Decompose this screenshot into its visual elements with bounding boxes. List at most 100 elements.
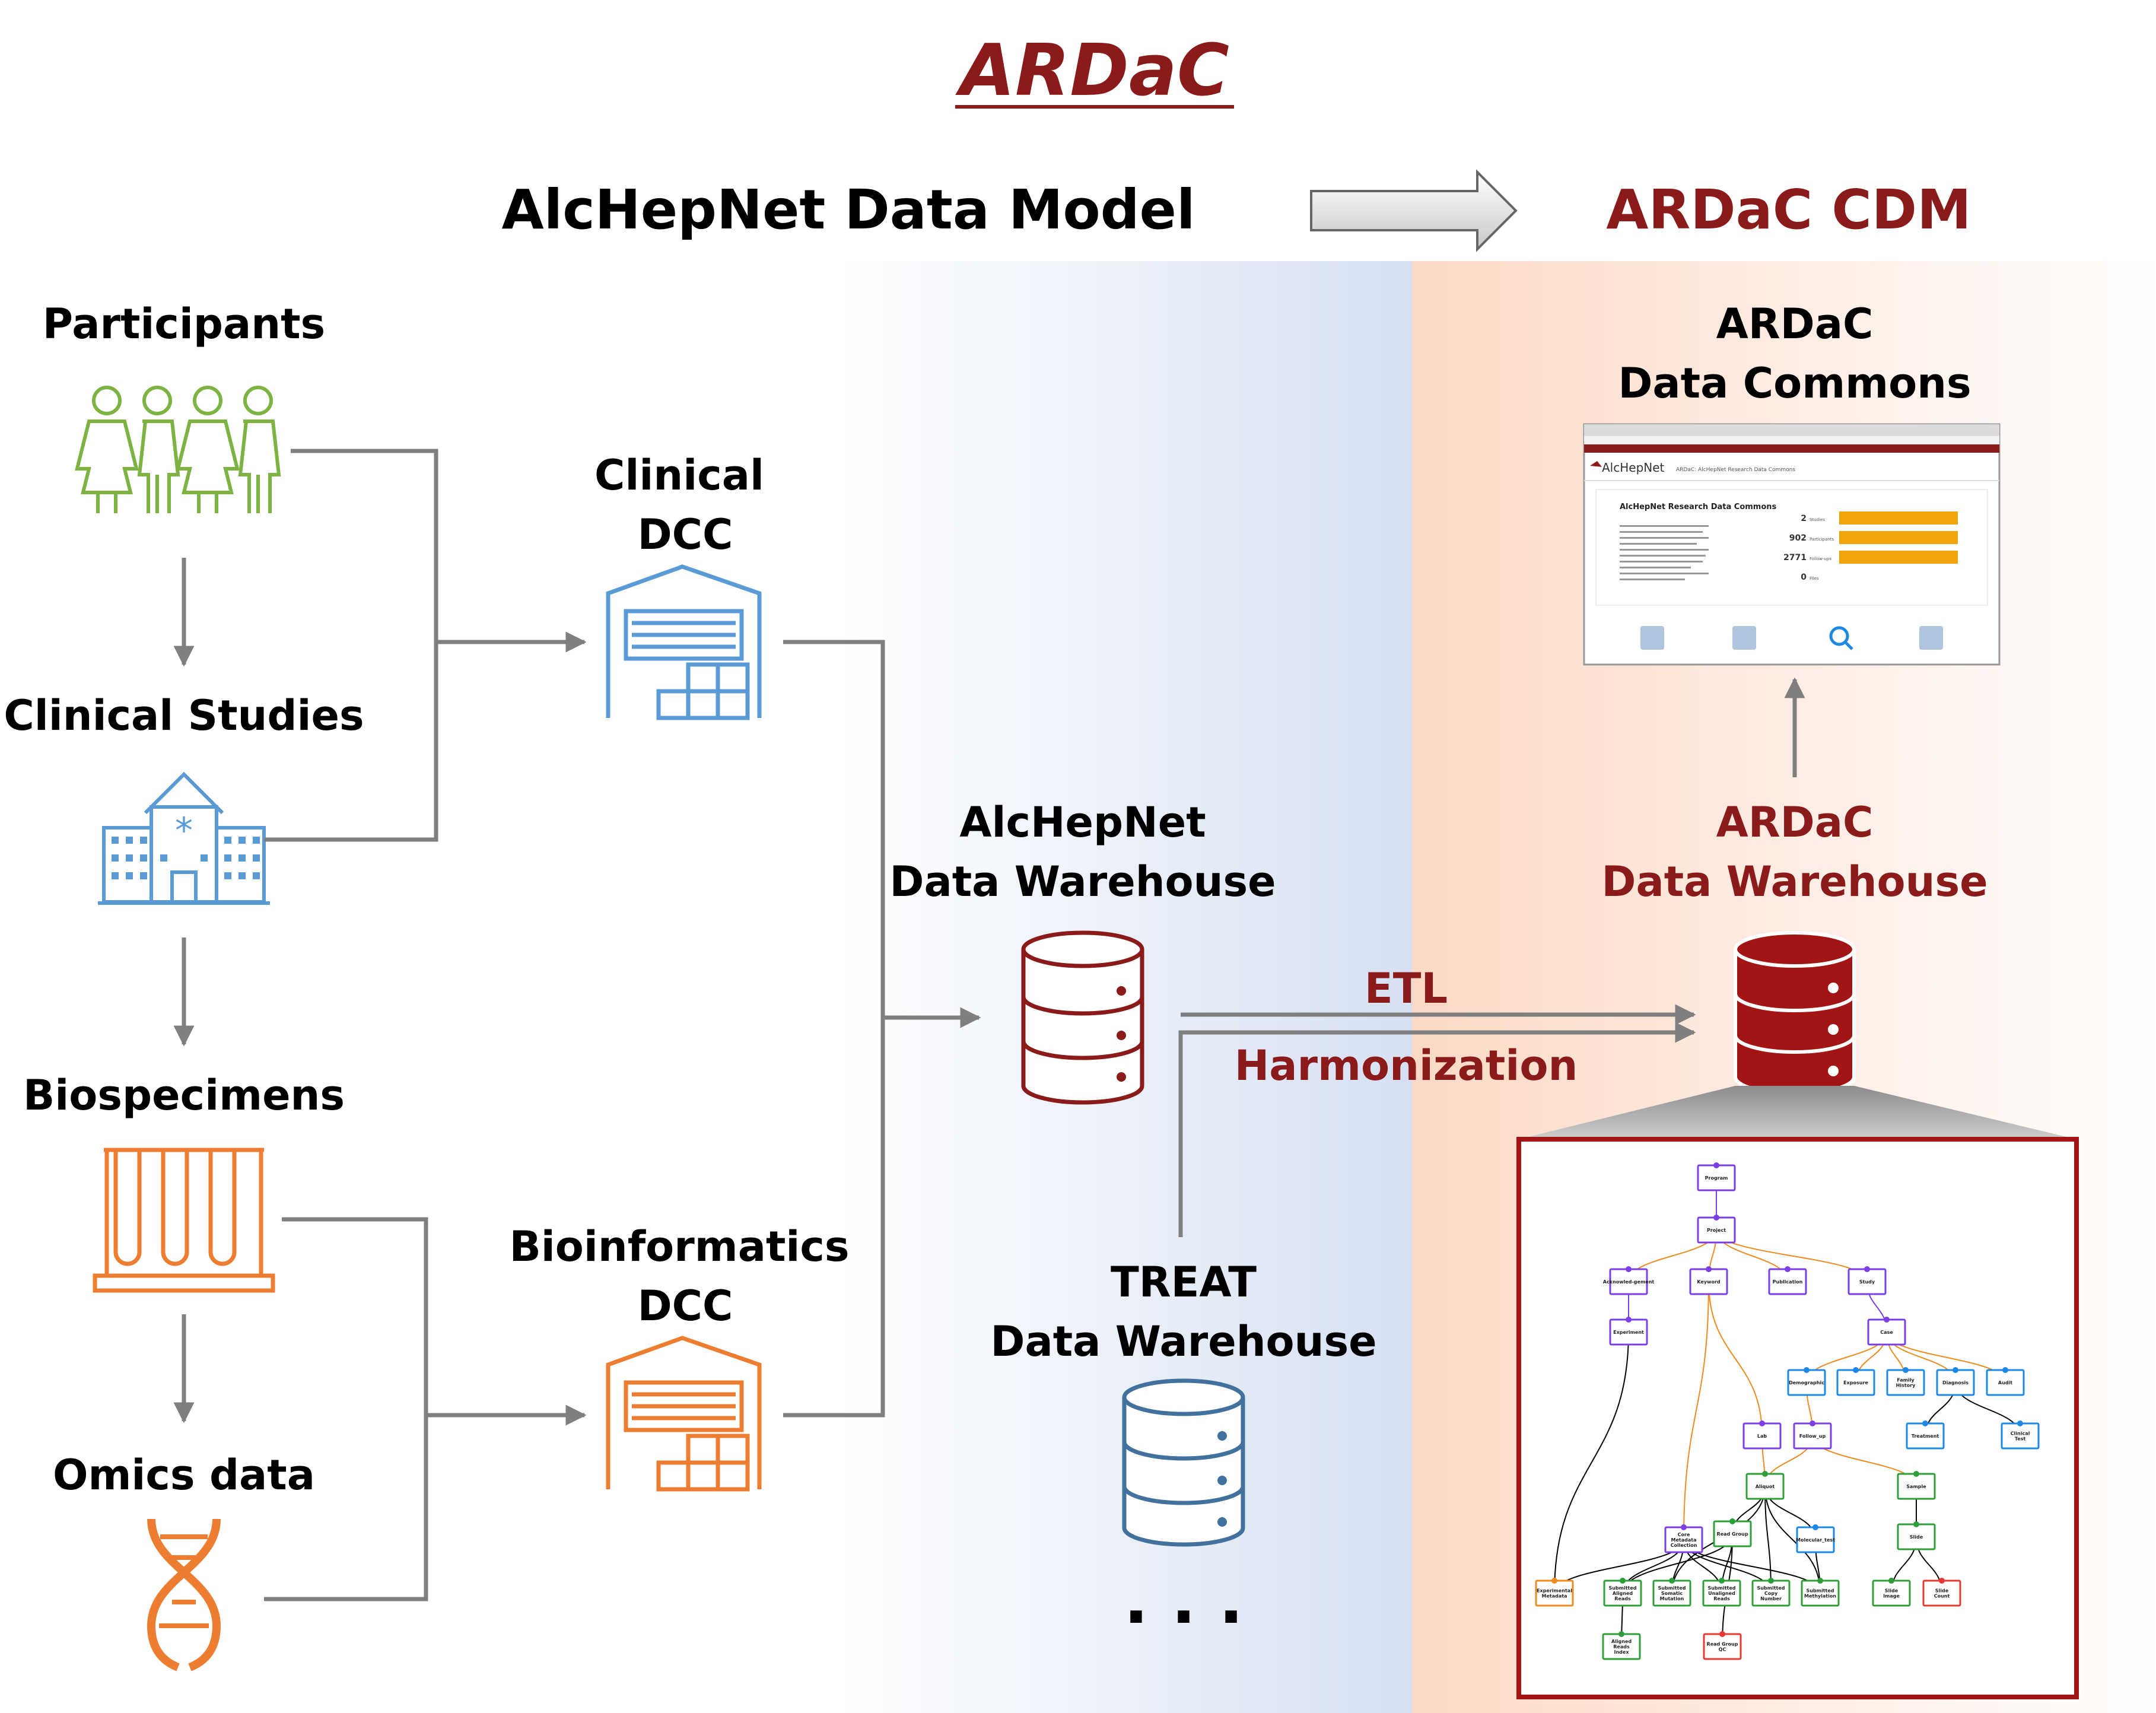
clinical-dcc-label-1: Clinical xyxy=(594,451,764,500)
participants-label: Participants xyxy=(43,300,325,348)
etl-label: ETL xyxy=(1365,964,1448,1013)
data-model-node-label: Collection xyxy=(1671,1543,1697,1548)
data-model-node-label: Read Group xyxy=(1717,1531,1748,1537)
commons-stat-value: 2 xyxy=(1801,514,1807,523)
data-model-node-label: Reads xyxy=(1713,1596,1730,1601)
data-model-node-label: Publication xyxy=(1773,1279,1803,1285)
data-model-node-exposure: Exposure xyxy=(1836,1367,1875,1396)
data-model-node-label: Keyword xyxy=(1697,1279,1721,1285)
data-model-node-label: Diagnosis xyxy=(1942,1380,1969,1385)
data-model-node-program: Program xyxy=(1697,1162,1736,1191)
commons-stat-label: Files xyxy=(1810,576,1819,581)
commons-stat-value: 902 xyxy=(1789,533,1807,543)
data-model-node-expmeta: ExperimentalMetadata xyxy=(1535,1578,1574,1607)
data-model-node-label: Experiment xyxy=(1613,1330,1644,1335)
diagram-svg: ARDaC AlcHepNet Data Model ARDaC CDM Par… xyxy=(4,30,2156,1713)
commons-stat-value: 2771 xyxy=(1783,553,1807,562)
commons-label-2: Data Commons xyxy=(1618,359,1971,408)
data-model-node-sur: SubmittedUnalignedReads xyxy=(1702,1578,1741,1607)
bioinformatics-dcc-warehouse-icon xyxy=(606,1336,762,1492)
data-model-node-label: QC xyxy=(1719,1647,1726,1652)
data-model-node-label: Submitted xyxy=(1707,1585,1735,1591)
data-model-node-label: Audit xyxy=(1998,1380,2012,1385)
data-model-node-label: Clinical xyxy=(2011,1431,2030,1436)
data-model-node-label: Aligned xyxy=(1613,1591,1633,1596)
data-model-node-label: Submitted xyxy=(1608,1585,1636,1591)
participants-icon xyxy=(75,386,281,513)
data-model-node-scn: SubmittedCopyNumber xyxy=(1751,1578,1791,1607)
dna-icon xyxy=(147,1518,221,1671)
commons-stat-bar xyxy=(1839,531,1958,544)
data-model-node-ssm: SubmittedSomaticMutation xyxy=(1652,1578,1691,1607)
data-model-node-label: Reads xyxy=(1614,1596,1631,1601)
data-model-node-slide: Slide xyxy=(1897,1521,1936,1550)
data-model-node-label: Read Group xyxy=(1707,1642,1738,1647)
commons-label-1: ARDaC xyxy=(1716,300,1874,348)
bioinformatics-dcc-label-1: Bioinformatics xyxy=(509,1222,849,1271)
commons-site-subtitle: ARDaC: AlcHepNet Research Data Commons xyxy=(1676,467,1795,473)
bioinformatics-dcc-label-2: DCC xyxy=(638,1282,733,1330)
data-model-node-case: Case xyxy=(1867,1317,1906,1346)
clinical-dcc-label-2: DCC xyxy=(638,510,733,559)
svg-text:*: * xyxy=(175,810,193,851)
treat-warehouse-label-2: Data Warehouse xyxy=(990,1317,1376,1366)
data-model-node-label: Count xyxy=(1934,1594,1950,1599)
data-model-node-experiment: Experiment xyxy=(1609,1317,1648,1346)
ardac-warehouse-label-1: ARDaC xyxy=(1716,798,1874,847)
hospital-icon: * xyxy=(98,771,270,905)
data-model-node-label: Sample xyxy=(1906,1484,1926,1489)
biospecimens-label: Biospecimens xyxy=(23,1071,345,1120)
data-model-node-slidecount: SlideCount xyxy=(1922,1578,1961,1607)
data-model-node-core: CoreMetadataCollection xyxy=(1664,1524,1703,1553)
data-model-node-aliquot: Aliquot xyxy=(1745,1471,1785,1500)
data-model-node-keyword: Keyword xyxy=(1689,1266,1728,1295)
data-model-node-family: FamilyHistory xyxy=(1886,1367,1925,1396)
data-model-node-treatment: Treatment xyxy=(1906,1420,1945,1450)
data-model-node-clinicaltest: ClinicalTest xyxy=(2001,1420,2040,1450)
data-model-node-label: Slide xyxy=(1935,1588,1949,1594)
data-model-node-publication: Publication xyxy=(1768,1266,1807,1295)
data-model-node-label: Demographic xyxy=(1789,1380,1824,1385)
data-model-node-label: Submitted xyxy=(1658,1585,1686,1591)
data-model-node-label: Slide xyxy=(1885,1588,1899,1594)
data-model-node-smeth: SubmittedMethylation xyxy=(1801,1578,1840,1607)
test-tubes-icon xyxy=(93,1148,275,1293)
data-model-node-study: Study xyxy=(1847,1266,1887,1295)
data-model-node-label: Metadata xyxy=(1671,1537,1697,1543)
commons-stat-value: 0 xyxy=(1801,573,1807,582)
clinical-studies-label: Clinical Studies xyxy=(4,691,364,740)
data-model-node-label: Case xyxy=(1880,1330,1893,1335)
alchepnet-database-icon xyxy=(1021,930,1144,1105)
data-model-node-demographic: Demographic xyxy=(1787,1367,1826,1396)
data-model-node-rgqc: Read GroupQC xyxy=(1703,1631,1742,1660)
data-model-node-label: Treatment xyxy=(1912,1434,1939,1439)
data-model-node-project: Project xyxy=(1697,1215,1736,1244)
data-model-node-molecular: Molecular_test xyxy=(1796,1524,1835,1553)
treat-warehouse-label-1: TREAT xyxy=(1111,1258,1257,1307)
header-left: AlcHepNet Data Model xyxy=(501,178,1195,241)
data-model-node-label: Experimental xyxy=(1537,1588,1572,1594)
omics-label: Omics data xyxy=(53,1451,315,1499)
data-model-node-label: Unaligned xyxy=(1708,1591,1735,1596)
data-model-node-label: Mutation xyxy=(1660,1596,1684,1601)
data-model-frame xyxy=(1516,1137,2079,1699)
alchepnet-warehouse-label-1: AlcHepNet xyxy=(959,798,1206,847)
commons-site-name: AlcHepNet xyxy=(1602,460,1665,475)
data-model-node-label: Project xyxy=(1707,1228,1726,1233)
data-model-node-label: Family xyxy=(1897,1378,1915,1383)
commons-stat-bar xyxy=(1839,551,1958,564)
commons-stat-label: Participants xyxy=(1810,537,1834,542)
data-model-node-label: Molecular_test xyxy=(1796,1537,1835,1543)
data-model-node-lab: Lab xyxy=(1742,1420,1782,1450)
data-model-node-label: Image xyxy=(1883,1594,1900,1599)
data-model-node-label: Aliquot xyxy=(1756,1484,1775,1489)
data-model-node-label: Program xyxy=(1705,1175,1728,1181)
treat-database-icon xyxy=(1122,1378,1245,1547)
data-model-node-label: History xyxy=(1896,1383,1916,1388)
data-model-node-label: Reads xyxy=(1613,1644,1630,1650)
commons-screenshot: AlcHepNet ARDaC: AlcHepNet Research Data… xyxy=(1583,423,2001,666)
data-model-node-label: Submitted xyxy=(1757,1585,1785,1591)
data-model-node-label: Follow_up xyxy=(1799,1434,1826,1439)
page-title: ARDaC xyxy=(955,30,1229,112)
data-model-node-ari: AlignedReadsIndex xyxy=(1602,1631,1641,1660)
